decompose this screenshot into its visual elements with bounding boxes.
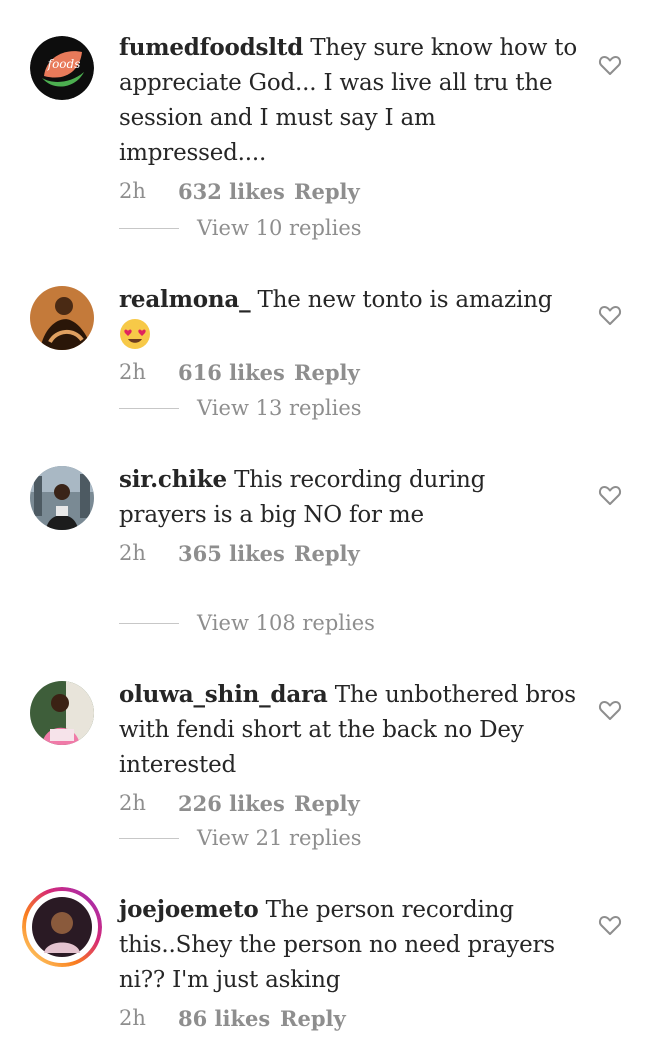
comment-time: 2h [119, 1006, 146, 1030]
comment-meta: 2h 365 likes Reply [119, 541, 579, 566]
divider [119, 622, 179, 624]
view-replies-button[interactable]: View 10 replies [119, 216, 362, 240]
user-avatar-icon [22, 887, 102, 967]
comment-text: sir.chike This recording during prayers … [119, 462, 579, 533]
user-avatar-icon [30, 681, 94, 745]
comment-time: 2h [119, 541, 146, 565]
like-heart-icon[interactable] [598, 699, 622, 721]
likes-count[interactable]: 86 likes [178, 1006, 280, 1031]
user-avatar-icon [30, 286, 94, 350]
comment-meta: 2h 226 likes Reply [119, 791, 579, 816]
like-heart-icon[interactable] [598, 484, 622, 506]
story-ring-avatar[interactable] [22, 887, 102, 967]
comment-username[interactable]: oluwa_shin_dara [119, 681, 328, 708]
comment-meta: 2h 616 likes Reply [119, 360, 579, 385]
view-replies-button[interactable]: View 21 replies [119, 826, 362, 850]
divider [119, 407, 179, 409]
like-heart-icon[interactable] [598, 304, 622, 326]
view-replies-button[interactable]: View 13 replies [119, 396, 362, 420]
likes-count[interactable]: 226 likes [178, 791, 294, 816]
heart-eyes-emoji-icon [120, 319, 150, 349]
reply-button[interactable]: Reply [294, 360, 360, 385]
avatar[interactable] [30, 286, 94, 350]
comment-username[interactable]: realmona_ [119, 286, 251, 313]
reply-button[interactable]: Reply [294, 791, 360, 816]
fumed-foods-logo-icon: foods [30, 36, 94, 100]
comment-text: joejoemeto The person recording this..Sh… [119, 892, 579, 998]
comment-time: 2h [119, 360, 146, 384]
view-replies-label: View 21 replies [197, 826, 362, 850]
view-replies-button[interactable]: View 108 replies [119, 611, 375, 635]
divider [119, 227, 179, 229]
comment-text: fumedfoodsltd They sure know how to appr… [119, 30, 579, 171]
comment-text: realmona_ The new tonto is amazing [119, 282, 579, 355]
view-replies-label: View 108 replies [197, 611, 375, 635]
svg-text:foods: foods [47, 57, 81, 71]
reply-button[interactable]: Reply [280, 1006, 346, 1031]
comment-time: 2h [119, 791, 146, 815]
comment-meta: 2h 632 likes Reply [119, 179, 579, 204]
view-replies-label: View 13 replies [197, 396, 362, 420]
avatar[interactable]: foods [30, 36, 94, 100]
reply-button[interactable]: Reply [294, 541, 360, 566]
likes-count[interactable]: 365 likes [178, 541, 294, 566]
divider [119, 837, 179, 839]
avatar[interactable] [30, 466, 94, 530]
user-avatar-icon [30, 466, 94, 530]
comment-username[interactable]: joejoemeto [119, 896, 259, 923]
like-heart-icon[interactable] [598, 914, 622, 936]
comment-body: The new tonto is amazing [257, 287, 553, 313]
comment-text: oluwa_shin_dara The unbothered bros with… [119, 677, 579, 783]
avatar[interactable] [30, 681, 94, 745]
comment-meta: 2h 86 likes Reply [119, 1006, 579, 1031]
likes-count[interactable]: 616 likes [178, 360, 294, 385]
reply-button[interactable]: Reply [294, 179, 360, 204]
likes-count[interactable]: 632 likes [178, 179, 294, 204]
comment-time: 2h [119, 179, 146, 203]
comment-username[interactable]: sir.chike [119, 466, 227, 493]
comment-username[interactable]: fumedfoodsltd [119, 34, 303, 61]
view-replies-label: View 10 replies [197, 216, 362, 240]
like-heart-icon[interactable] [598, 54, 622, 76]
